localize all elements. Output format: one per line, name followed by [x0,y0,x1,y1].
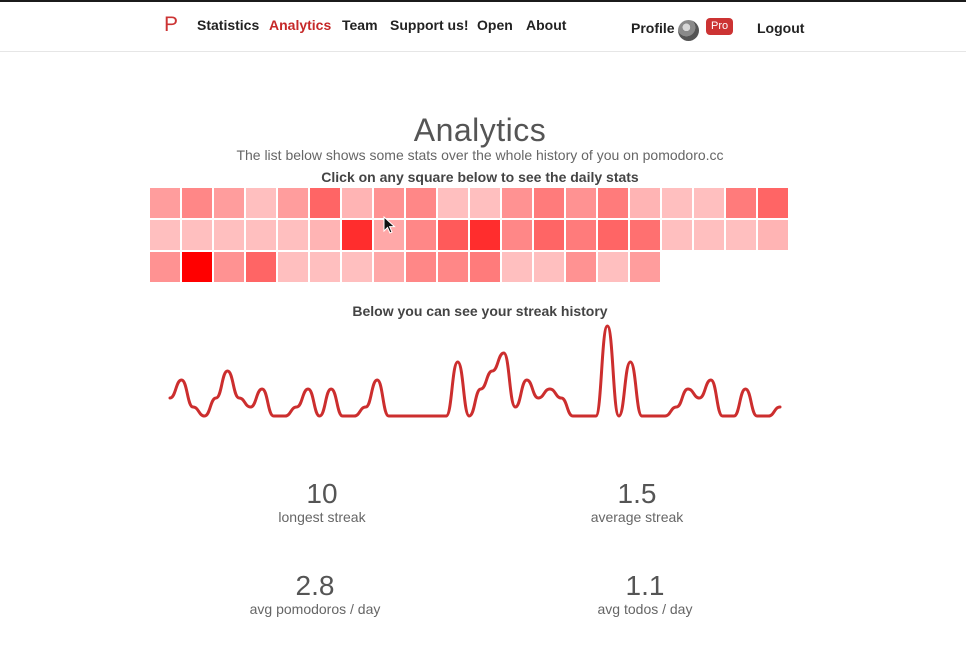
page-subtitle: The list below shows some stats over the… [236,147,724,163]
streak-history-chart [168,324,782,418]
stat-value: 10 [306,478,338,509]
heatmap-day-cell[interactable] [374,252,404,282]
mouse-pointer-icon [383,216,396,234]
heatmap-day-cell[interactable] [630,188,660,218]
heatmap-day-cell[interactable] [374,188,404,218]
stat-label: avg todos / day [597,601,693,617]
nav-team[interactable]: Team [342,17,378,33]
heatmap-day-cell[interactable] [182,220,212,250]
heatmap-day-cell[interactable] [662,188,692,218]
top-navbar: P Statistics Analytics Team Support us! … [0,2,966,52]
heatmap-day-cell[interactable] [406,220,436,250]
heatmap-day-cell[interactable] [278,220,308,250]
heatmap-day-cell[interactable] [214,188,244,218]
heatmap-day-cell[interactable] [278,252,308,282]
app-logo[interactable]: P [159,11,183,39]
page-title: Analytics [413,112,547,149]
streak-history-title: Below you can see your streak history [352,303,608,319]
heatmap-day-cell[interactable] [694,220,724,250]
pro-badge: Pro [706,18,734,35]
heatmap-day-cell[interactable] [598,188,628,218]
stat-value: 1.1 [625,570,665,601]
heatmap-day-cell[interactable] [310,220,340,250]
heatmap-day-cell[interactable] [662,220,692,250]
stat-average-streak: 1.5 average streak [537,478,737,526]
heatmap-day-cell[interactable] [438,252,468,282]
heatmap-day-cell[interactable] [534,220,564,250]
nav-open[interactable]: Open [477,17,513,33]
heatmap-day-cell[interactable] [150,252,180,282]
heatmap-day-cell[interactable] [534,252,564,282]
heatmap-instruction: Click on any square below to see the dai… [321,169,639,185]
heatmap-day-cell[interactable] [726,220,756,250]
nav-analytics[interactable]: Analytics [269,17,331,33]
heatmap-day-cell[interactable] [214,252,244,282]
heatmap-day-cell[interactable] [566,252,596,282]
heatmap-day-cell[interactable] [246,188,276,218]
heatmap-day-cell[interactable] [598,220,628,250]
nav-about[interactable]: About [526,17,566,33]
stat-avg-todos: 1.1 avg todos / day [545,570,745,618]
heatmap-day-cell[interactable] [630,220,660,250]
nav-support-us[interactable]: Support us! [390,17,469,33]
heatmap-day-cell[interactable] [182,188,212,218]
stat-longest-streak: 10 longest streak [222,478,422,526]
heatmap-day-cell[interactable] [310,188,340,218]
heatmap-day-cell[interactable] [342,188,372,218]
avatar[interactable] [678,20,699,41]
heatmap-day-cell[interactable] [278,188,308,218]
streak-line [168,324,782,418]
heatmap-day-cell[interactable] [630,252,660,282]
heatmap-day-cell[interactable] [470,188,500,218]
heatmap-day-cell[interactable] [758,188,788,218]
heatmap-day-cell[interactable] [758,220,788,250]
stat-label: average streak [590,509,684,525]
heatmap-day-cell[interactable] [502,220,532,250]
heatmap-day-cell[interactable] [214,220,244,250]
nav-statistics[interactable]: Statistics [197,17,259,33]
heatmap-day-cell[interactable] [726,188,756,218]
stat-value: 2.8 [295,570,335,601]
heatmap-day-cell[interactable] [342,252,372,282]
heatmap-day-cell[interactable] [438,188,468,218]
heatmap-day-cell[interactable] [406,188,436,218]
heatmap-day-cell[interactable] [502,252,532,282]
heatmap-day-cell[interactable] [502,188,532,218]
heatmap-day-cell[interactable] [246,220,276,250]
heatmap-day-cell[interactable] [406,252,436,282]
heatmap-day-cell[interactable] [566,188,596,218]
stat-label: avg pomodoros / day [249,601,381,617]
heatmap-day-cell[interactable] [438,220,468,250]
heatmap-day-cell[interactable] [246,252,276,282]
heatmap-day-cell[interactable] [150,188,180,218]
nav-logout[interactable]: Logout [757,20,804,36]
heatmap-day-cell[interactable] [534,188,564,218]
stat-avg-pomodoros: 2.8 avg pomodoros / day [215,570,415,618]
heatmap-day-cell[interactable] [310,252,340,282]
heatmap-day-cell[interactable] [150,220,180,250]
heatmap-day-cell[interactable] [598,252,628,282]
heatmap-day-cell[interactable] [342,220,372,250]
nav-profile[interactable]: Profile [631,20,675,36]
heatmap-day-cell[interactable] [566,220,596,250]
heatmap-day-cell[interactable] [182,252,212,282]
heatmap-day-cell[interactable] [694,188,724,218]
stat-value: 1.5 [617,478,657,509]
stat-label: longest streak [278,509,366,525]
heatmap-day-cell[interactable] [470,252,500,282]
heatmap-day-cell[interactable] [470,220,500,250]
